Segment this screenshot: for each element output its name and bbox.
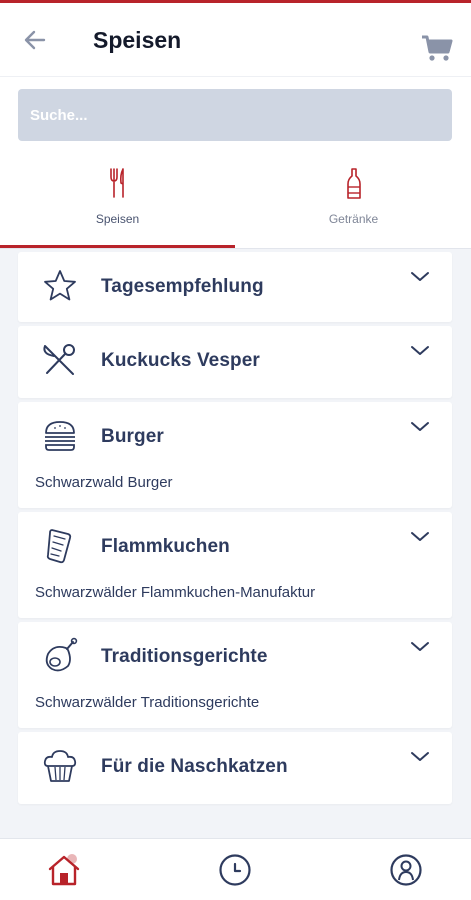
tab-label: Speisen bbox=[95, 212, 140, 226]
bottom-navigation bbox=[0, 838, 471, 900]
chevron-down-icon[interactable] bbox=[409, 344, 431, 358]
category-item-traditionsgerichte[interactable]: Traditionsgerichte Schwarzwälder Traditi… bbox=[18, 622, 452, 728]
ham-icon bbox=[45, 637, 78, 672]
shopping-cart-icon[interactable] bbox=[420, 33, 454, 63]
app-header: Speisen bbox=[0, 3, 471, 77]
category-item-flammkuchen[interactable]: Flammkuchen Schwarzwälder Flammkuchen-Ma… bbox=[18, 512, 452, 618]
fork-knife-icon bbox=[109, 168, 124, 198]
search-section bbox=[0, 77, 471, 159]
active-tab-indicator bbox=[0, 245, 235, 248]
search-input[interactable] bbox=[18, 89, 452, 141]
tab-speisen[interactable]: Speisen bbox=[0, 159, 235, 248]
category-subtitle: Schwarzwälder Flammkuchen-Manufaktur bbox=[35, 584, 316, 601]
category-item-tagesempfehlung[interactable]: Tagesempfehlung bbox=[18, 252, 452, 322]
chevron-down-icon[interactable] bbox=[409, 750, 431, 764]
tab-getraenke[interactable]: Getränke bbox=[236, 159, 471, 248]
nav-home[interactable] bbox=[24, 839, 104, 900]
page-title: Speisen bbox=[93, 27, 182, 53]
star-icon bbox=[44, 270, 76, 301]
category-item-burger[interactable]: Burger Schwarzwald Burger bbox=[18, 402, 452, 508]
flatbread-icon bbox=[46, 529, 72, 564]
nav-profile[interactable] bbox=[366, 839, 446, 900]
category-subtitle: Schwarzwald Burger bbox=[35, 474, 173, 491]
category-name: Tagesempfehlung bbox=[101, 276, 264, 297]
clock-icon bbox=[219, 854, 251, 886]
cupcake-icon bbox=[43, 750, 77, 782]
bottle-icon bbox=[346, 168, 361, 199]
user-icon bbox=[390, 854, 422, 886]
tab-label: Getränke bbox=[328, 212, 379, 226]
chevron-down-icon[interactable] bbox=[409, 640, 431, 654]
home-icon bbox=[48, 854, 80, 886]
burger-icon bbox=[45, 421, 75, 451]
category-item-naschkatzen[interactable]: Für die Naschkatzen bbox=[18, 732, 452, 804]
category-name: Kuckucks Vesper bbox=[101, 350, 260, 371]
knife-spoon-icon bbox=[43, 344, 75, 375]
category-tabs: Speisen Getränke bbox=[0, 159, 471, 249]
category-name: Flammkuchen bbox=[101, 536, 230, 557]
category-subtitle: Schwarzwälder Traditionsgerichte bbox=[35, 694, 260, 711]
category-name: Burger bbox=[101, 426, 164, 447]
category-name: Für die Naschkatzen bbox=[101, 756, 288, 777]
arrow-left-icon[interactable] bbox=[22, 27, 48, 53]
chevron-down-icon[interactable] bbox=[409, 270, 431, 284]
category-item-kuckucks-vesper[interactable]: Kuckucks Vesper bbox=[18, 326, 452, 398]
category-name: Traditionsgerichte bbox=[101, 646, 268, 667]
nav-history[interactable] bbox=[195, 839, 275, 900]
chevron-down-icon[interactable] bbox=[409, 420, 431, 434]
chevron-down-icon[interactable] bbox=[409, 530, 431, 544]
